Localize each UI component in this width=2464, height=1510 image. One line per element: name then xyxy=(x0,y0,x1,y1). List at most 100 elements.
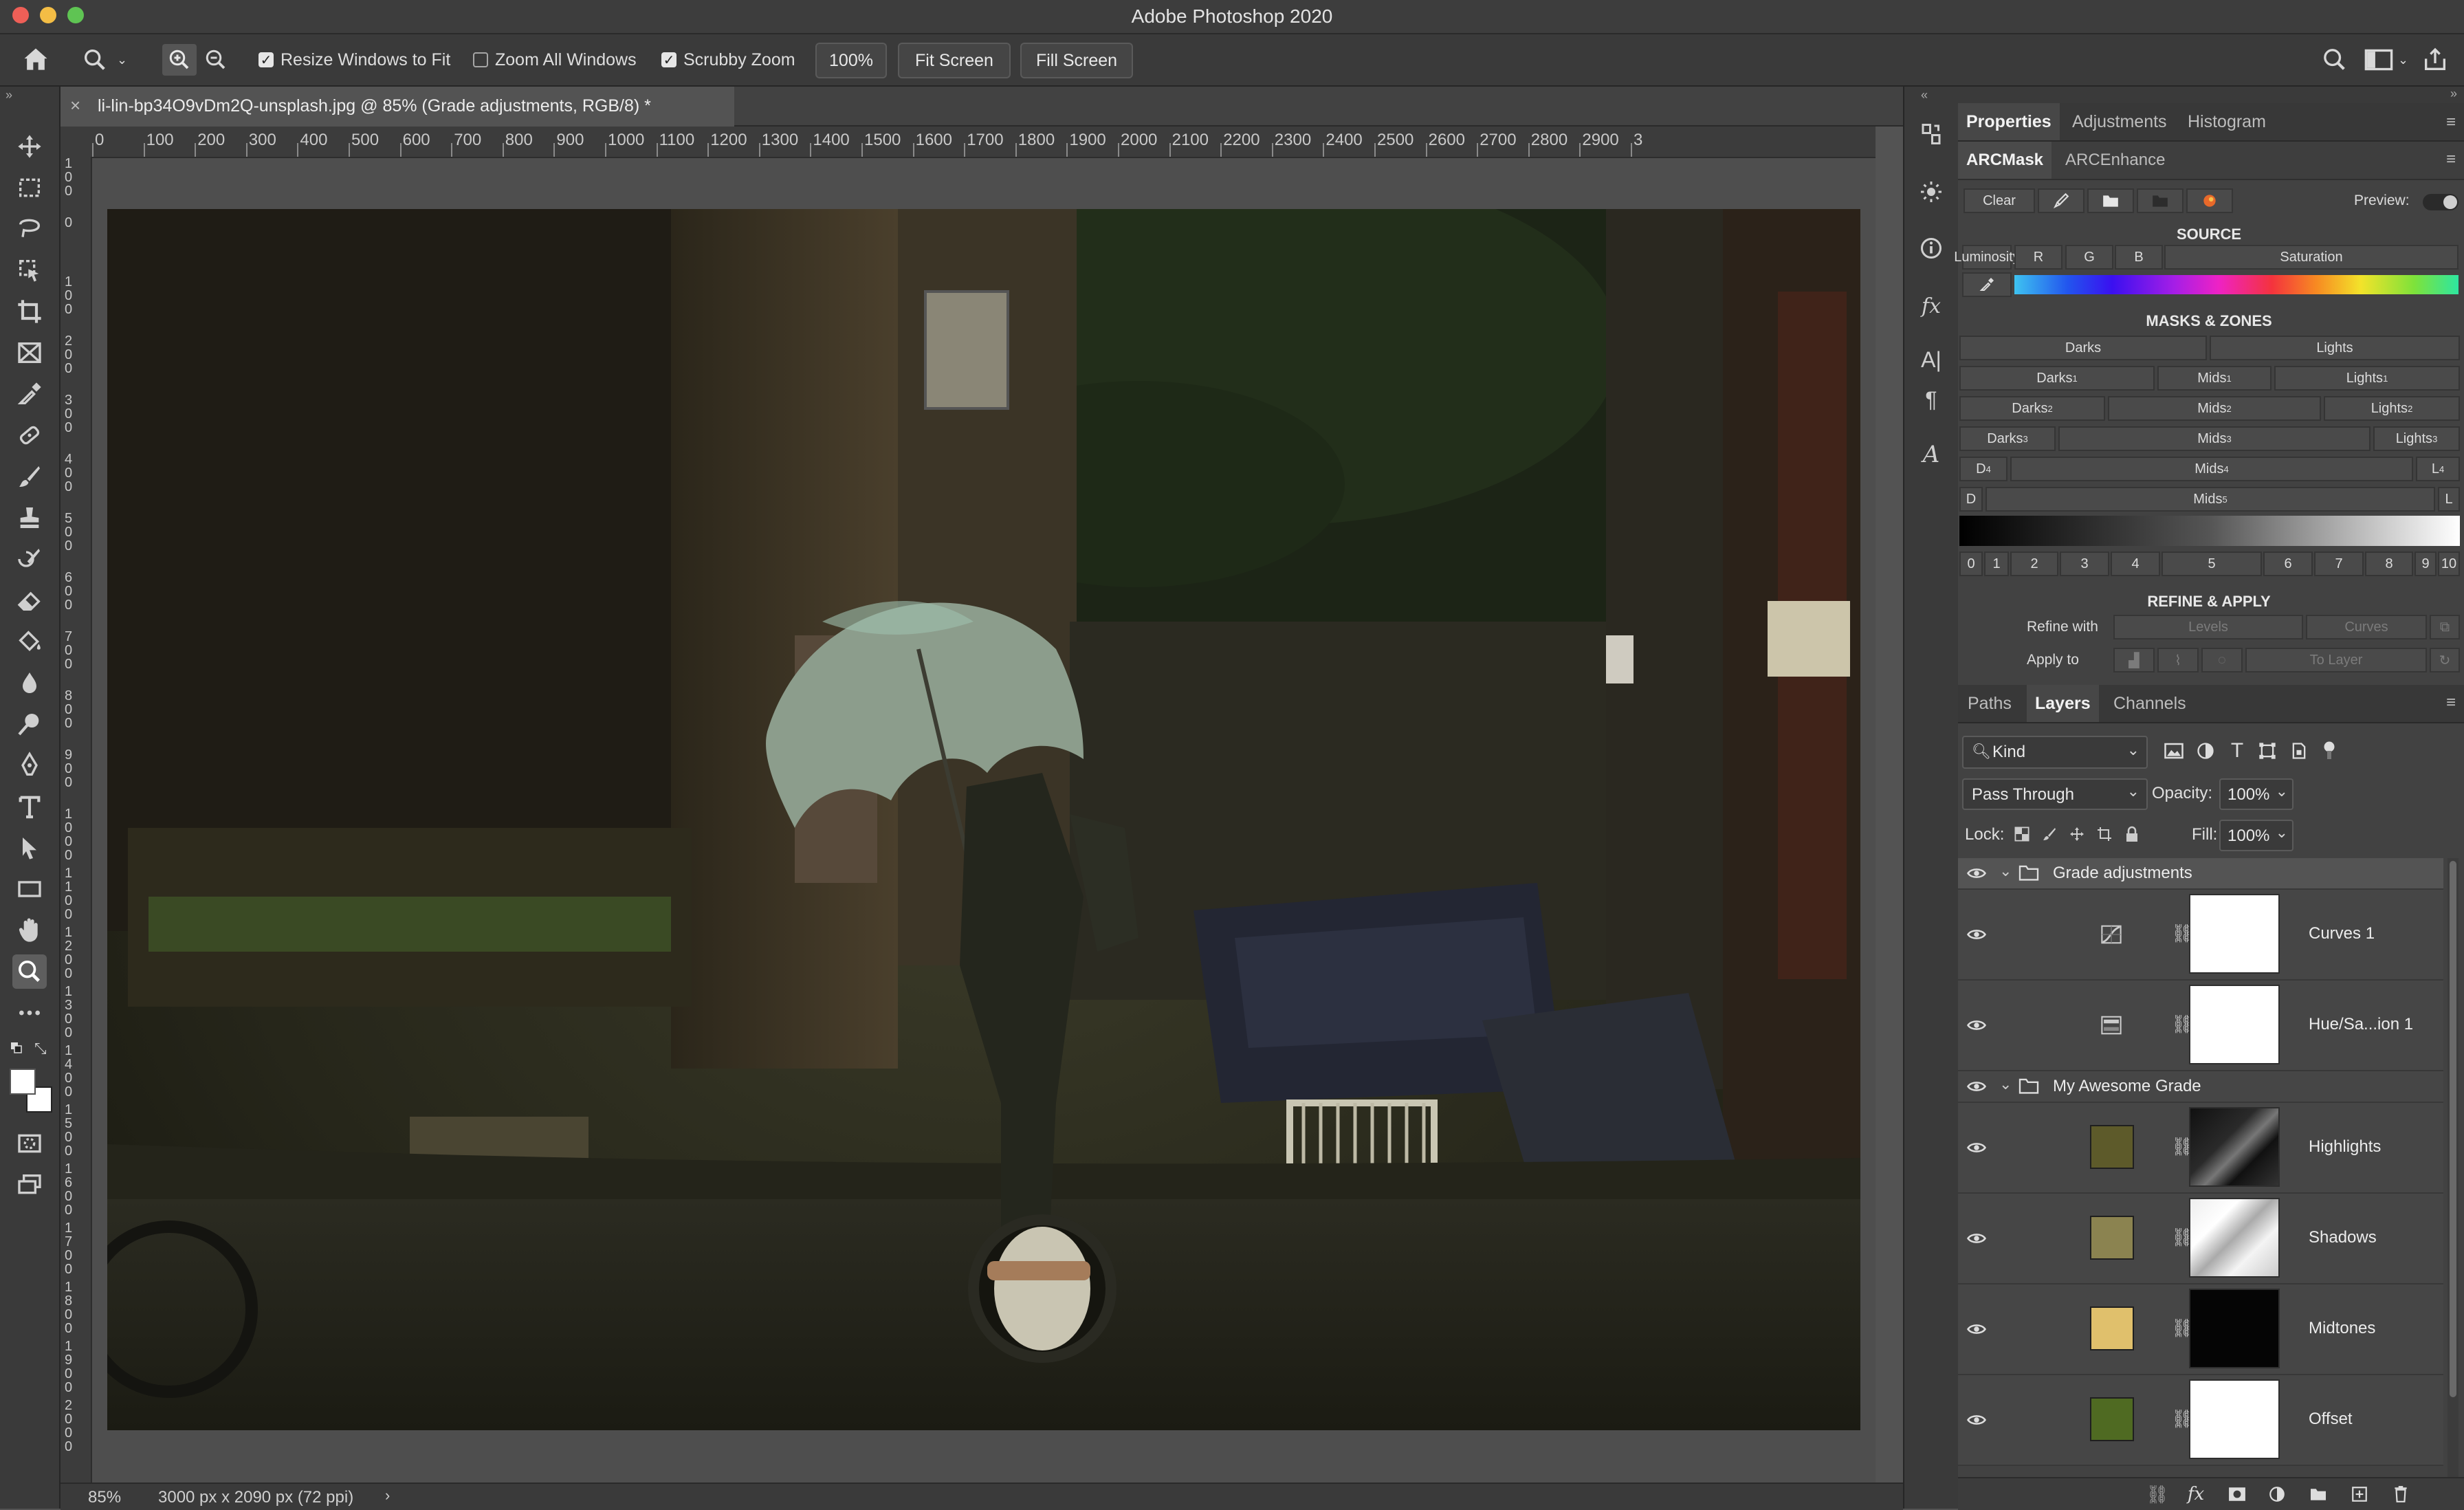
zone-scale-7[interactable]: 7 xyxy=(2314,551,2364,576)
blur-tool-icon[interactable] xyxy=(12,666,47,700)
tab-histogram[interactable]: Histogram xyxy=(2188,103,2266,140)
refine-options-icon[interactable]: ⧉ xyxy=(2430,615,2460,639)
panel-menu-icon[interactable]: ≡ xyxy=(2446,693,2456,712)
zone-scale-2[interactable]: 2 xyxy=(2010,551,2058,576)
tab-arcenhance[interactable]: ARCEnhance xyxy=(2065,142,2165,179)
character-icon[interactable]: A| xyxy=(1914,342,1948,377)
new-adjustment-layer-icon[interactable] xyxy=(2263,1482,2291,1506)
layer-filter-kind-select[interactable]: 🔍︎ Kind ⌄ xyxy=(1962,736,2148,769)
layer-mask-thumbnail[interactable] xyxy=(2189,1198,2280,1278)
eraser-tool-icon[interactable] xyxy=(12,583,47,617)
zone-l-4[interactable]: L4 xyxy=(2416,457,2460,481)
type-tool-icon[interactable] xyxy=(12,789,47,824)
search-icon[interactable] xyxy=(2321,34,2348,85)
tab-channels[interactable]: Channels xyxy=(2113,685,2186,722)
healing-brush-tool-icon[interactable] xyxy=(12,418,47,452)
color-mask-icon[interactable] xyxy=(2186,188,2233,213)
screen-mode-icon[interactable] xyxy=(12,1168,47,1202)
zone-mids-2[interactable]: Mids 2 xyxy=(2108,396,2321,421)
filter-type-icon[interactable]: T xyxy=(2223,737,2251,765)
object-selection-tool-icon[interactable] xyxy=(12,253,47,287)
apply-curves-icon[interactable]: ⌇ xyxy=(2157,648,2199,672)
fill-color-swatch[interactable] xyxy=(2090,1397,2134,1441)
collapse-dock-icon[interactable]: « xyxy=(1921,88,1928,102)
layer-row-hue-saturation-1[interactable]: ⛓ Hue/Sa...ion 1 xyxy=(1958,981,2443,1071)
zone-mids-5[interactable]: Mids 5 xyxy=(1986,487,2435,512)
crop-tool-icon[interactable] xyxy=(12,294,47,329)
rectangle-tool-icon[interactable] xyxy=(12,872,47,906)
luminance-gradient-bar[interactable] xyxy=(1959,516,2460,546)
zone-scale-1[interactable]: 1 xyxy=(1984,551,2009,576)
clone-stamp-tool-icon[interactable] xyxy=(12,501,47,535)
zone-scale-6[interactable]: 6 xyxy=(2263,551,2313,576)
paint-bucket-tool-icon[interactable] xyxy=(12,624,47,659)
layer-row-grade-adjustments[interactable]: ⌄ Grade adjustments xyxy=(1958,858,2443,890)
chevron-down-icon[interactable]: ⌄ xyxy=(1999,1075,2012,1093)
move-tool-icon[interactable] xyxy=(12,129,47,164)
zone-mids-4[interactable]: Mids 4 xyxy=(2010,457,2413,481)
tab-properties[interactable]: Properties xyxy=(1958,103,2060,140)
source-g-button[interactable]: G xyxy=(2065,245,2113,270)
filter-shape-icon[interactable] xyxy=(2254,737,2281,765)
layer-row-midtones[interactable]: ⛓ Midtones xyxy=(1958,1284,2443,1375)
zone-mids-1[interactable]: Mids 1 xyxy=(2157,366,2272,391)
zoom-tool-icon[interactable] xyxy=(12,954,47,989)
zone-lights-1[interactable]: Lights 1 xyxy=(2274,366,2460,391)
collapse-icon[interactable]: » xyxy=(6,88,12,102)
delete-layer-icon[interactable] xyxy=(2387,1482,2414,1506)
zone-darks-3[interactable]: Darks 3 xyxy=(1959,426,2056,451)
brightness-icon[interactable] xyxy=(1914,175,1948,209)
zone-lights-2[interactable]: Lights 2 xyxy=(2324,396,2460,421)
lasso-tool-icon[interactable] xyxy=(12,212,47,246)
document-tab[interactable]: × li-lin-bp34O9vDm2Q-unsplash.jpg @ 85% … xyxy=(60,87,734,127)
lock-image-icon[interactable] xyxy=(2038,821,2061,847)
zone-d[interactable]: D xyxy=(1959,487,1983,512)
tab-paths[interactable]: Paths xyxy=(1968,685,2012,722)
blend-mode-select[interactable]: Pass Through ⌄ xyxy=(1962,778,2148,810)
apply-histogram-icon[interactable]: ▟ xyxy=(2113,648,2155,672)
visibility-eye-icon[interactable] xyxy=(1966,1319,1987,1339)
filter-pixel-icon[interactable] xyxy=(2160,737,2188,765)
panel-menu-icon[interactable]: ≡ xyxy=(2446,113,2456,132)
source-r-button[interactable]: R xyxy=(2014,245,2062,270)
close-tab-icon[interactable]: × xyxy=(70,95,80,116)
chevron-right-icon[interactable]: › xyxy=(385,1487,390,1504)
source-b-button[interactable]: B xyxy=(2115,245,2163,270)
zone-scale-3[interactable]: 3 xyxy=(2060,551,2109,576)
default-colors-icon[interactable] xyxy=(10,1041,23,1058)
zone-darks[interactable]: Darks xyxy=(1959,336,2207,360)
zoom-in-icon[interactable] xyxy=(162,44,197,76)
visibility-eye-icon[interactable] xyxy=(1966,1015,1987,1036)
layers-scrollbar[interactable] xyxy=(2448,858,2458,1477)
fill-color-swatch[interactable] xyxy=(2090,1125,2134,1169)
zone-lights[interactable]: Lights xyxy=(2210,336,2460,360)
zoom-out-icon[interactable] xyxy=(204,34,228,85)
new-layer-icon[interactable] xyxy=(2346,1482,2373,1506)
arc-panel-icon[interactable] xyxy=(1914,117,1948,151)
layer-row-shadows[interactable]: ⛓ Shadows xyxy=(1958,1194,2443,1284)
brush-picker-icon[interactable] xyxy=(2038,188,2084,213)
paragraph-icon[interactable]: ¶ xyxy=(1914,382,1948,417)
eyedropper-icon[interactable] xyxy=(1962,272,2012,297)
zone-d-4[interactable]: D4 xyxy=(1959,457,2008,481)
dodge-tool-icon[interactable] xyxy=(12,707,47,741)
scrubby-zoom-checkbox[interactable]: ✓ Scrubby Zoom xyxy=(661,34,795,85)
lock-artboard-icon[interactable] xyxy=(2093,821,2116,847)
glyphs-icon[interactable]: A xyxy=(1914,437,1948,472)
zone-scale-0[interactable]: 0 xyxy=(1959,551,1983,576)
visibility-eye-icon[interactable] xyxy=(1966,1410,1987,1430)
share-icon[interactable] xyxy=(2421,34,2449,85)
clear-button[interactable]: Clear xyxy=(1964,188,2035,213)
visibility-eye-icon[interactable] xyxy=(1966,924,1987,945)
history-brush-tool-icon[interactable] xyxy=(12,542,47,576)
info-icon[interactable] xyxy=(1914,231,1948,265)
zone-mids-3[interactable]: Mids 3 xyxy=(2058,426,2370,451)
preview-toggle[interactable] xyxy=(2423,194,2458,210)
resize-windows-checkbox[interactable]: ✓ Resize Windows to Fit xyxy=(258,34,450,85)
apply-options-icon[interactable]: ↻ xyxy=(2430,648,2460,672)
zone-scale-9[interactable]: 9 xyxy=(2414,551,2436,576)
lock-all-icon[interactable] xyxy=(2120,821,2144,847)
brush-tool-icon[interactable] xyxy=(12,459,47,494)
path-selection-tool-icon[interactable] xyxy=(12,831,47,865)
panel-menu-icon[interactable]: ≡ xyxy=(2446,150,2456,169)
